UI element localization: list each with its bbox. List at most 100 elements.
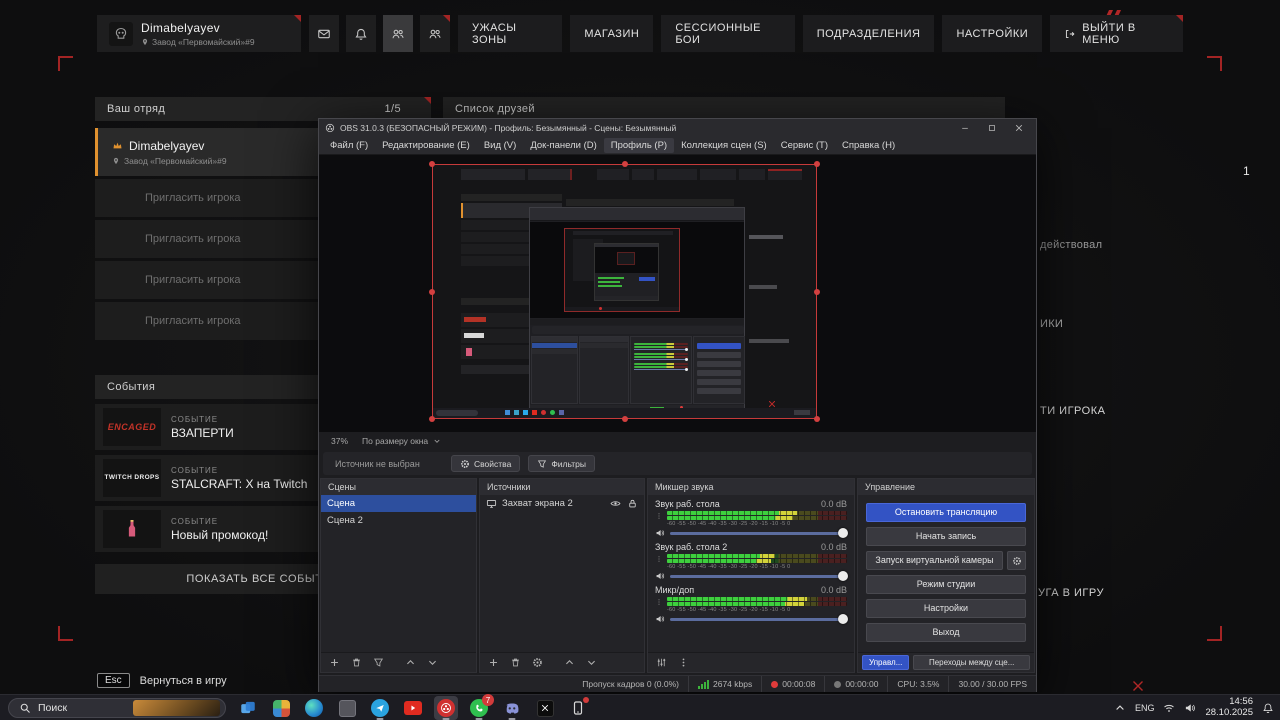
taskbar-capture-tool-button[interactable] [335,696,359,720]
properties-button[interactable]: Свойства [451,455,521,472]
mini-block [580,337,628,342]
remove-scene-icon[interactable] [351,657,362,668]
friends-button[interactable] [383,15,414,52]
move-source-up-icon[interactable] [564,657,575,668]
taskbar-discord-button[interactable] [500,696,524,720]
manage-broadcast-button[interactable]: Управл... [862,655,910,670]
taskbar-search[interactable]: Поиск [8,698,226,718]
maximize-button[interactable] [981,119,1003,136]
clan-button[interactable] [420,15,451,52]
volume-slider[interactable] [670,614,848,624]
taskbar-youtube-button[interactable] [401,696,425,720]
start-virtual-camera-button[interactable]: Запуск виртуальной камеры [866,551,1003,570]
obs-title-bar[interactable]: OBS 31.0.3 (БЕЗОПАСНЫЙ РЕЖИМ) - Профиль:… [319,119,1036,136]
visibility-eye-icon[interactable] [610,498,621,509]
wifi-icon[interactable] [1163,702,1175,714]
notifications-button[interactable] [346,15,377,52]
source-item-display-capture[interactable]: Захват экрана 2 [480,495,644,512]
location-pin-icon [112,157,120,165]
volume-slider[interactable] [670,571,848,581]
mixer-channel-name: Звук раб. стола 2 [655,542,728,552]
taskbar-whatsapp-button[interactable]: 7 [467,694,494,720]
speaker-icon[interactable] [655,614,665,624]
player-card[interactable]: Dimabelyayev Завод «Первомайский»#9 [97,15,302,52]
move-scene-down-icon[interactable] [427,657,438,668]
remove-source-icon[interactable] [510,657,521,668]
nav-zone-horrors[interactable]: УЖАСЫ ЗОНЫ [458,15,563,52]
scene-transitions-button[interactable]: Переходы между сце... [913,655,1030,670]
speaker-icon[interactable] [655,571,665,581]
volume-knob[interactable] [838,614,848,624]
nav-shop[interactable]: МАГАЗИН [570,15,654,52]
virtual-camera-settings-button[interactable] [1007,551,1026,570]
search-label: Поиск [38,702,68,714]
return-to-game-control[interactable]: Esc Вернуться в игру [97,673,227,688]
taskbar-photos-button[interactable] [269,696,293,720]
taskbar-task-view-button[interactable] [236,696,260,720]
channel-menu-icon[interactable] [655,598,663,606]
taskbar-phone-link-button[interactable] [566,696,590,720]
mini-topbar [461,169,525,180]
mixer-menu-icon[interactable] [678,657,689,668]
volume-slider[interactable] [670,528,848,538]
nav-divisions[interactable]: ПОДРАЗДЕЛЕНИЯ [802,15,935,52]
squad-title: Ваш отряд [107,103,166,115]
menu-scene-collection[interactable]: Коллекция сцен (S) [674,138,774,153]
move-scene-up-icon[interactable] [405,657,416,668]
obs-window: OBS 31.0.3 (БЕЗОПАСНЫЙ РЕЖИМ) - Профиль:… [318,118,1037,692]
scene-item[interactable]: Сцена 2 [321,512,476,529]
mini-block [749,339,789,343]
menu-help[interactable]: Справка (H) [835,138,902,153]
notifications-bell-icon[interactable] [1262,702,1274,714]
volume-knob[interactable] [838,528,848,538]
mini-block [580,343,628,348]
settings-button[interactable]: Настройки [866,599,1026,618]
obs-preview-canvas[interactable] [319,155,1036,432]
menu-view[interactable]: Вид (V) [477,138,524,153]
mail-button[interactable] [309,15,340,52]
sources-toolbar [480,652,644,672]
exit-button[interactable]: Выход [866,623,1026,642]
nav-session-battles[interactable]: СЕССИОННЫЕ БОИ [661,15,795,52]
tray-chevron-up-icon[interactable] [1114,702,1126,714]
tray-clock[interactable]: 14:56 28.10.2025 [1205,696,1253,719]
scene-filters-icon[interactable] [373,657,384,668]
sources-dock-header[interactable]: Источники [480,479,644,495]
menu-file[interactable]: Файл (F) [323,138,375,153]
channel-menu-icon[interactable] [655,512,663,520]
source-properties-icon[interactable] [532,657,543,668]
scenes-dock-header[interactable]: Сцены [321,479,476,495]
advanced-audio-icon[interactable] [656,657,667,668]
menu-profile[interactable]: Профиль (P) [603,137,675,153]
taskbar-telegram-button[interactable] [368,696,392,720]
minimize-button[interactable] [954,119,976,136]
taskbar-edge-button[interactable] [302,696,326,720]
add-source-icon[interactable] [488,657,499,668]
preview-captured-screen[interactable] [429,161,820,422]
move-source-down-icon[interactable] [586,657,597,668]
mixer-dock-header[interactable]: Микшер звука [648,479,854,495]
filters-button[interactable]: Фильтры [528,455,595,472]
start-recording-button[interactable]: Начать запись [866,527,1026,546]
add-scene-icon[interactable] [329,657,340,668]
menu-docks[interactable]: Док-панели (D) [523,138,603,153]
channel-menu-icon[interactable] [655,555,663,563]
nav-settings[interactable]: НАСТРОЙКИ [942,15,1043,52]
record-dot-icon [834,680,842,688]
close-button[interactable] [1008,119,1030,136]
stop-streaming-button[interactable]: Остановить трансляцию [866,503,1026,522]
controls-dock-header[interactable]: Управление [858,479,1034,495]
studio-mode-button[interactable]: Режим студии [866,575,1026,594]
lock-icon[interactable] [627,498,638,509]
menu-tools[interactable]: Сервис (T) [774,138,835,153]
nav-exit-to-menu[interactable]: ВЫЙТИ В МЕНЮ [1050,15,1183,52]
tray-language[interactable]: ENG [1135,703,1155,713]
speaker-icon[interactable] [655,528,665,538]
taskbar-x-button[interactable] [533,696,557,720]
menu-edit[interactable]: Редактирование (E) [375,138,477,153]
zoom-mode-dropdown[interactable]: По размеру окна [362,436,441,446]
taskbar-obs-button[interactable] [434,696,458,720]
volume-icon[interactable] [1184,702,1196,714]
volume-knob[interactable] [838,571,848,581]
scene-item-selected[interactable]: Сцена [321,495,476,512]
